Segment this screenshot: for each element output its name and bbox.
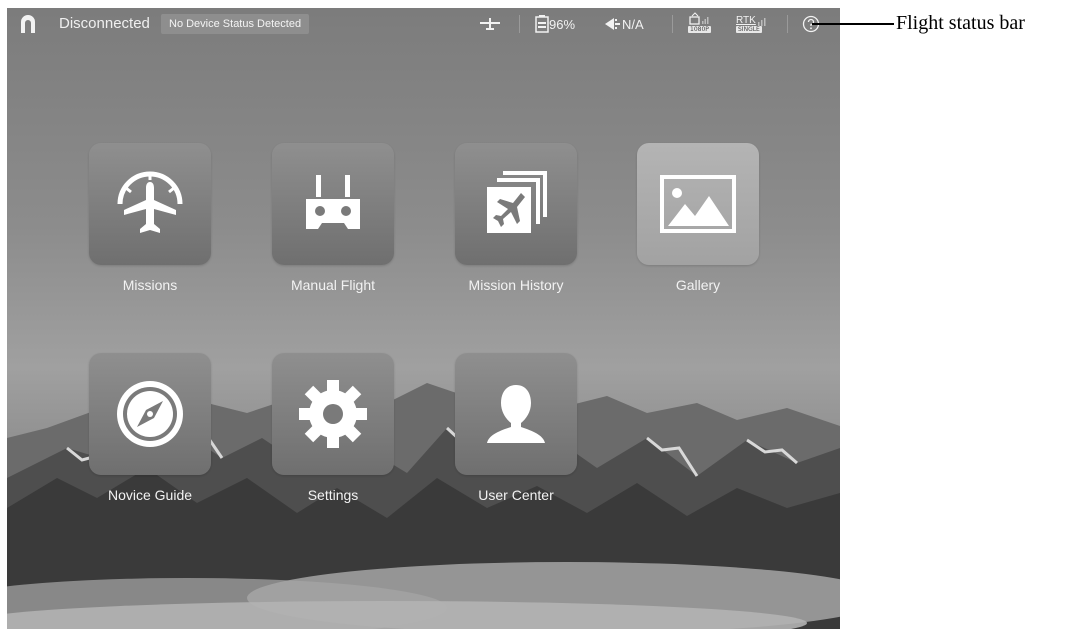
plane-gauge-icon (117, 171, 183, 233)
app-logo-icon[interactable] (18, 14, 38, 34)
connection-status: Disconnected (59, 15, 150, 32)
signal-status: N/A (604, 13, 644, 35)
settings-tile[interactable]: Settings (243, 353, 423, 503)
battery-icon (535, 15, 549, 33)
mission-history-label: Mission History (468, 277, 564, 293)
divider (672, 15, 673, 33)
remote-controller-icon (306, 175, 360, 229)
aircraft-status-icon (480, 13, 500, 35)
gallery-label: Gallery (675, 277, 721, 293)
rtk-signal-icon (757, 18, 766, 26)
missions-button[interactable] (89, 143, 211, 265)
user-center-label: User Center (478, 487, 554, 503)
settings-button[interactable] (272, 353, 394, 475)
device-status-badge: No Device Status Detected (161, 14, 310, 34)
divider (519, 15, 520, 33)
user-center-button[interactable] (455, 353, 577, 475)
video-transmission-status: 1080P (688, 12, 711, 34)
manual-flight-label: Manual Flight (290, 277, 376, 293)
missions-tile[interactable]: Missions (60, 143, 240, 293)
callout-line (812, 23, 894, 25)
stacked-plane-cards-icon (487, 171, 547, 233)
rtk-mode-badge: SINGLE (736, 26, 762, 33)
mission-history-button[interactable] (455, 143, 577, 265)
user-center-tile[interactable]: User Center (426, 353, 606, 503)
video-signal-icon (689, 12, 709, 25)
missions-label: Missions (122, 277, 178, 293)
mission-history-tile[interactable]: Mission History (426, 143, 606, 293)
image-icon (660, 175, 736, 233)
battery-value: 96% (549, 16, 576, 32)
signal-value: N/A (622, 16, 644, 32)
novice-guide-label: Novice Guide (107, 487, 193, 503)
manual-flight-tile[interactable]: Manual Flight (243, 143, 423, 293)
rtk-status: RTK SINGLE (736, 12, 766, 34)
novice-guide-button[interactable] (89, 353, 211, 475)
battery-status: 96% (535, 13, 575, 35)
mountain-background (7, 383, 840, 629)
aircraft-signal-icon (605, 18, 620, 30)
user-icon (487, 385, 545, 443)
rtk-label: RTK (736, 15, 756, 26)
gallery-button[interactable] (637, 143, 759, 265)
gear-icon (299, 380, 367, 448)
app-screen: Disconnected No Device Status Detected 9… (7, 8, 840, 629)
video-resolution-badge: 1080P (688, 26, 711, 33)
novice-guide-tile[interactable]: Novice Guide (60, 353, 240, 503)
gallery-tile[interactable]: Gallery (608, 143, 788, 293)
settings-label: Settings (307, 487, 359, 503)
divider (787, 15, 788, 33)
compass-icon (117, 381, 183, 447)
callout-label: Flight status bar (896, 12, 1025, 34)
flight-status-bar: Disconnected No Device Status Detected 9… (7, 8, 840, 40)
manual-flight-button[interactable] (272, 143, 394, 265)
